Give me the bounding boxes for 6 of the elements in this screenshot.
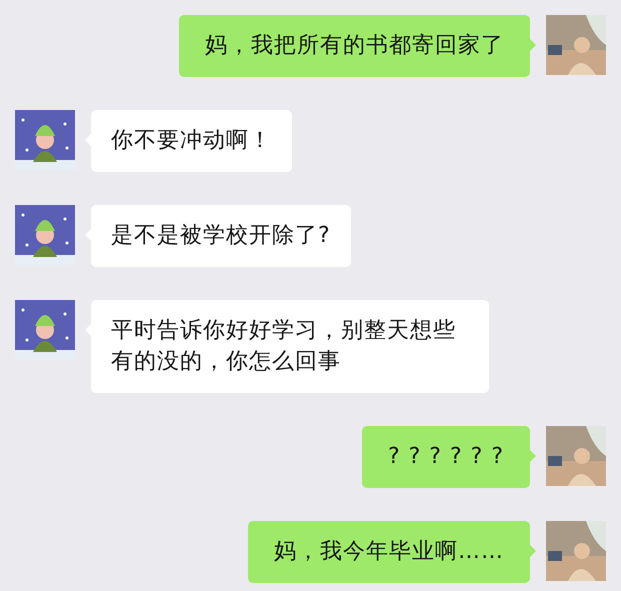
message-bubble: 妈，我今年毕业啊…… [248,521,530,583]
message-bubble: 你不要冲动啊！ [91,110,292,172]
message-bubble: ? ? ? ? ? ? [362,426,530,488]
message-bubble: 平时告诉你好好学习，别整天想些有的没的，你怎么回事 [91,300,489,393]
message-bubble: 是不是被学校开除了? [91,205,351,267]
message-bubble: 妈，我把所有的书都寄回家了 [179,15,530,77]
